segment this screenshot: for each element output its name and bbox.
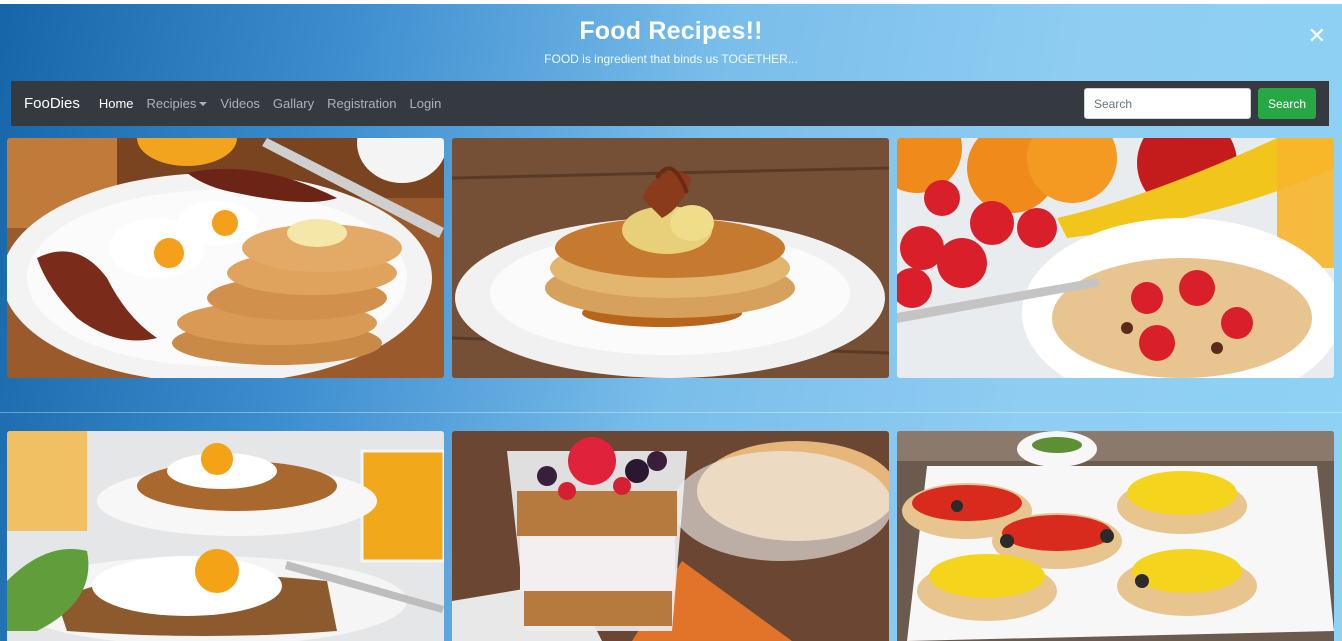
navbar-brand[interactable]: FooDies xyxy=(24,95,80,112)
close-icon[interactable]: ✕ xyxy=(1308,24,1326,48)
eggs-toast-orange-juice-image[interactable] xyxy=(7,431,444,641)
mini-breakfast-pizzas-image[interactable] xyxy=(897,431,1334,641)
nav-link-home[interactable]: Home xyxy=(99,96,134,111)
section-divider xyxy=(0,412,1342,413)
search-input[interactable] xyxy=(1084,88,1251,119)
navbar: FooDies Home Recipies Videos Gallary Reg… xyxy=(11,81,1329,126)
nav-link-login[interactable]: Login xyxy=(409,96,441,111)
yogurt-parfait-berries-image[interactable] xyxy=(452,431,889,641)
page-title: Food Recipes!! xyxy=(579,17,763,45)
caret-down-icon xyxy=(199,101,208,106)
nav-link-recipies-label: Recipies xyxy=(146,96,197,111)
search-form: Search xyxy=(1084,88,1316,119)
search-button[interactable]: Search xyxy=(1258,88,1316,119)
nav-link-videos[interactable]: Videos xyxy=(220,96,260,111)
nav-link-registration[interactable]: Registration xyxy=(327,96,396,111)
nav-link-recipies[interactable]: Recipies xyxy=(147,96,208,111)
page-subtitle: FOOD is ingredient that binds us TOGETHE… xyxy=(544,52,798,66)
pancakes-syrup-banana-image[interactable] xyxy=(452,138,889,378)
page-header: Food Recipes!! FOOD is ingredient that b… xyxy=(0,4,1342,76)
pancakes-bacon-eggs-image[interactable] xyxy=(7,138,444,378)
granola-strawberries-image[interactable] xyxy=(897,138,1334,378)
nav-link-gallary[interactable]: Gallary xyxy=(273,96,314,111)
